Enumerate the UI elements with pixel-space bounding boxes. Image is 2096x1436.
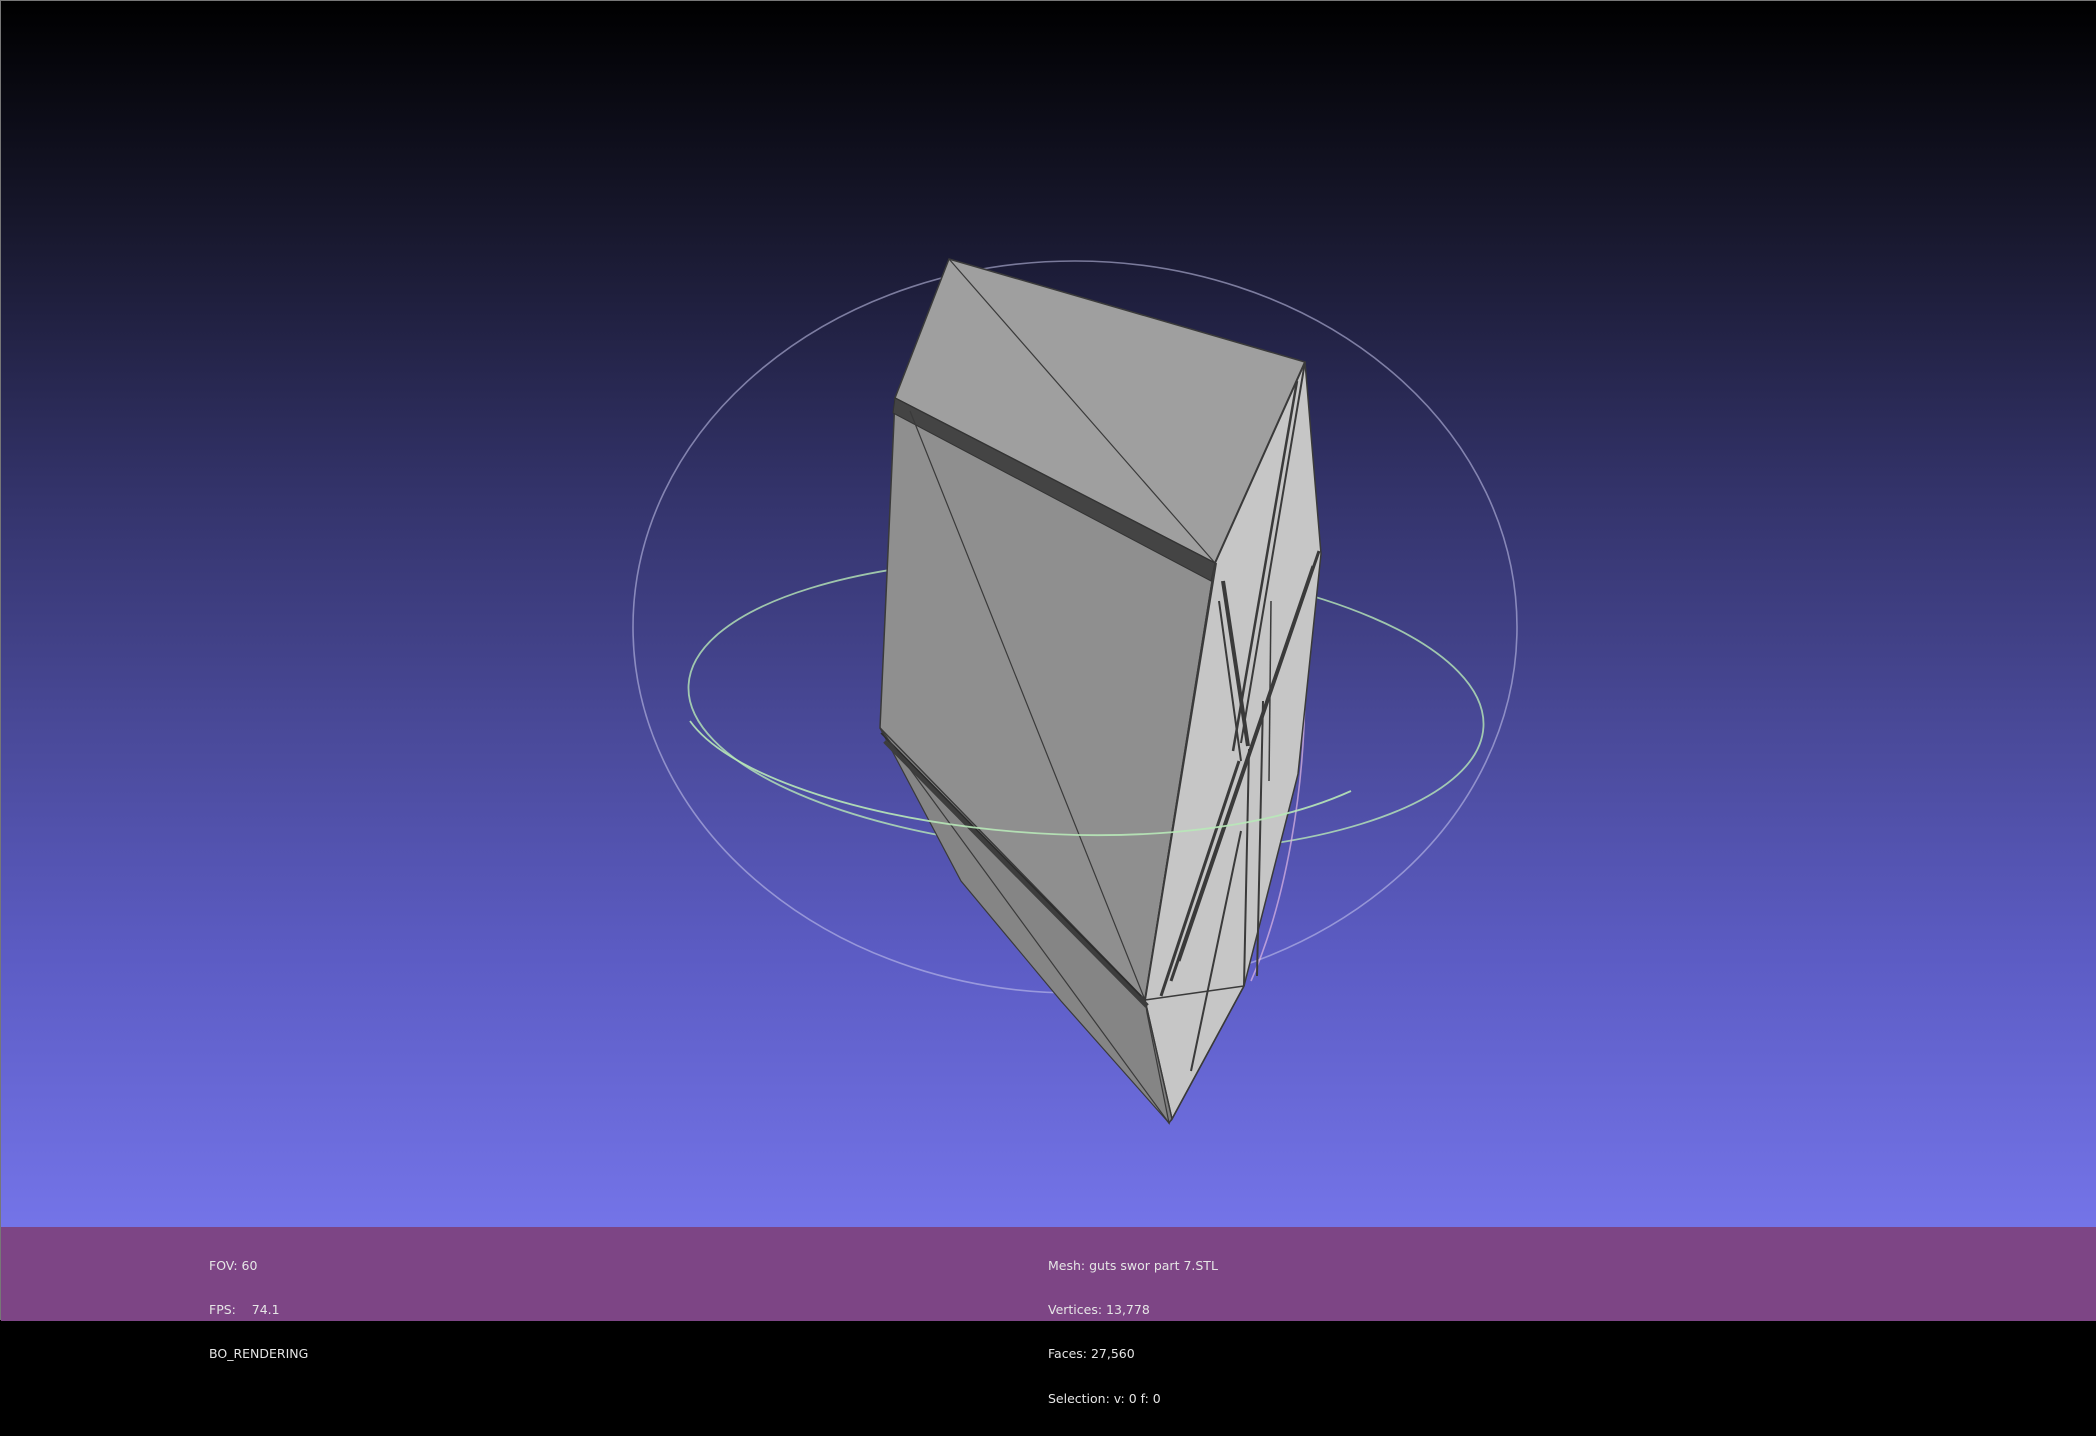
3d-viewport[interactable] xyxy=(1,1,2096,1227)
mesh-model[interactable] xyxy=(879,258,1322,1126)
fps-readout: FPS: 74.1 xyxy=(209,1301,280,1317)
faces-readout: Faces: 27,560 xyxy=(1048,1346,1135,1362)
info-bar: FOV: 60 FPS: 74.1 BO_RENDERING Mesh: gut… xyxy=(1,1227,2096,1406)
mesh-name-readout: Mesh: guts swor part 7.STL xyxy=(1048,1257,1218,1273)
meshlab-viewer-window: FOV: 60 FPS: 74.1 BO_RENDERING Mesh: gut… xyxy=(0,0,2096,1406)
render-info: FOV: 60 FPS: 74.1 BO_RENDERING xyxy=(209,1229,308,1392)
3d-scene[interactable] xyxy=(1,1,2096,1227)
mesh-info: Mesh: guts swor part 7.STL Vertices: 13,… xyxy=(1048,1229,1218,1436)
render-mode-readout: BO_RENDERING xyxy=(209,1346,309,1362)
vertices-readout: Vertices: 13,778 xyxy=(1048,1301,1150,1317)
selection-readout: Selection: v: 0 f: 0 xyxy=(1048,1390,1161,1406)
fov-readout: FOV: 60 xyxy=(209,1257,258,1273)
